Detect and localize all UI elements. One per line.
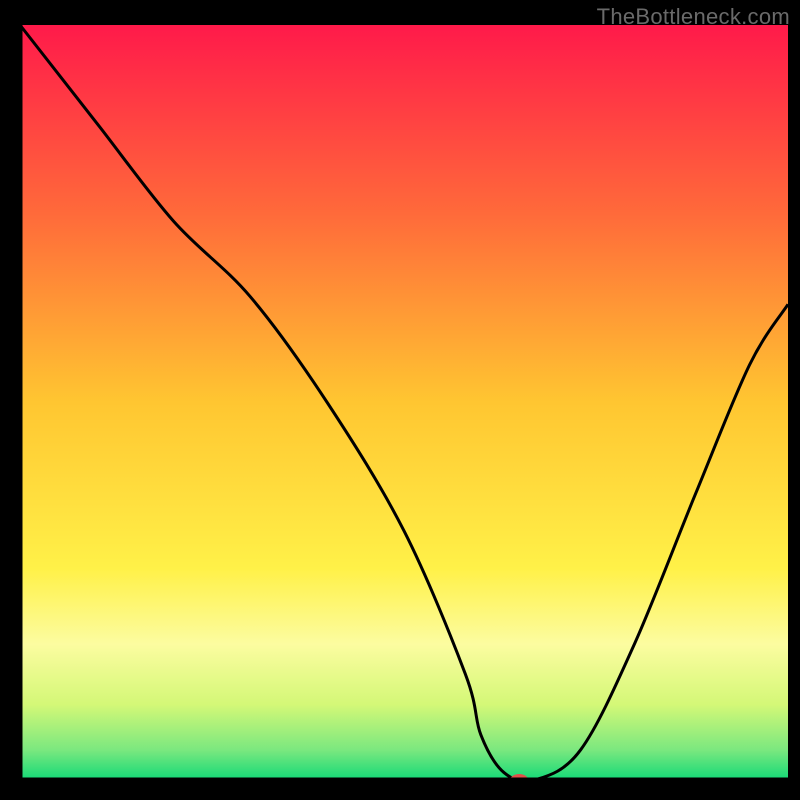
watermark-text: TheBottleneck.com	[597, 4, 790, 30]
plot-background	[20, 25, 788, 780]
bottleneck-chart	[0, 0, 800, 800]
chart-container: TheBottleneck.com	[0, 0, 800, 800]
